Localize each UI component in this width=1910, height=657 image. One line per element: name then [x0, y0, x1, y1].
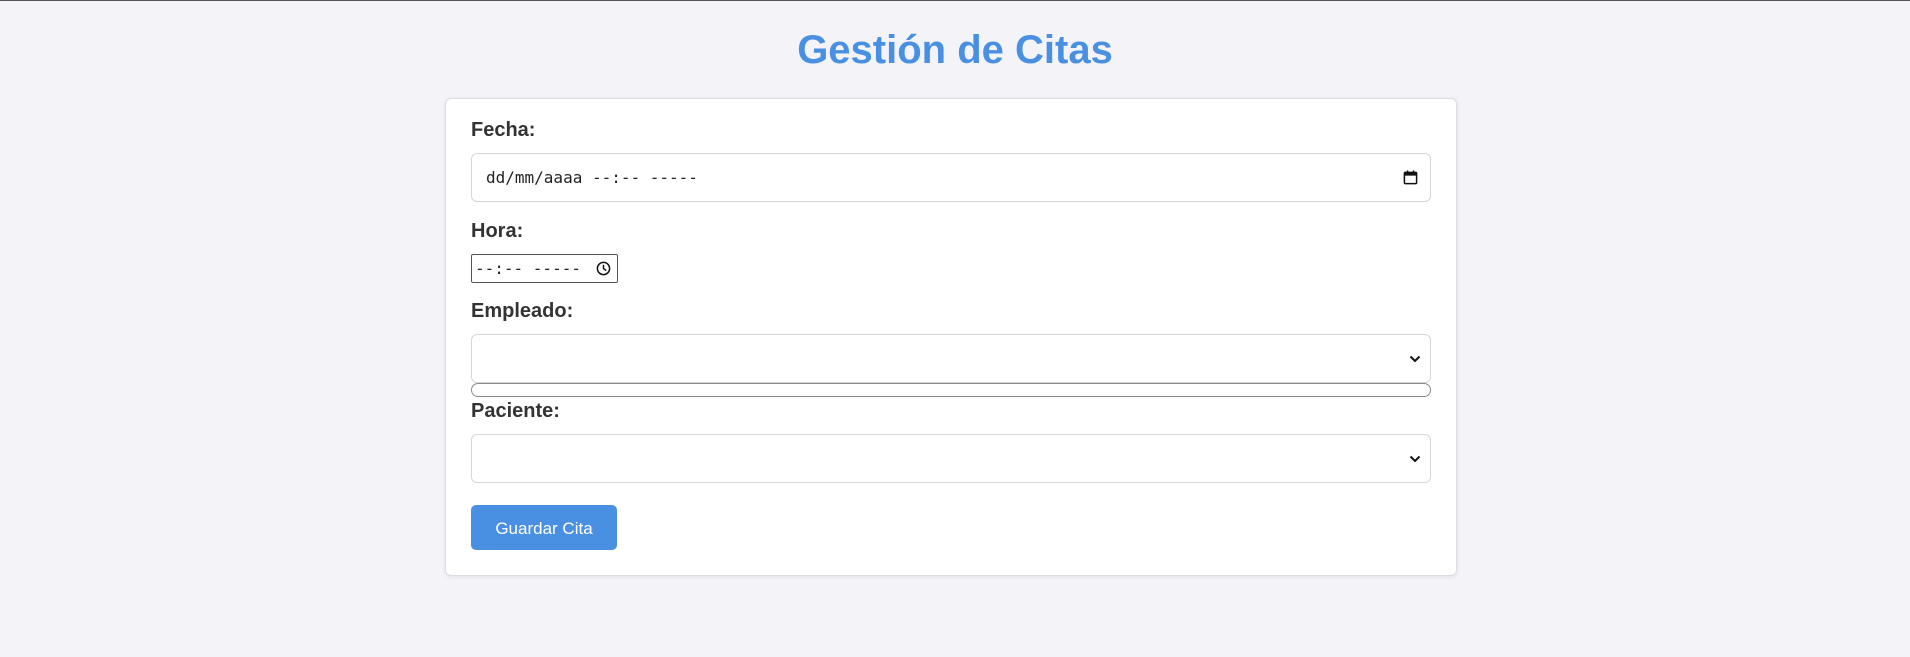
hora-time-input[interactable]: --:-- -----: [471, 254, 618, 283]
chevron-down-icon: [1409, 355, 1421, 363]
empleado-dropdown-list[interactable]: [471, 383, 1431, 397]
clock-icon[interactable]: [596, 261, 611, 276]
save-appointment-button[interactable]: Guardar Cita: [471, 505, 617, 550]
calendar-icon[interactable]: [1403, 170, 1418, 185]
paciente-label: Paciente:: [471, 400, 560, 422]
fecha-datetime-input[interactable]: dd/mm/aaaa --:-- -----: [471, 153, 1431, 202]
empleado-select[interactable]: [471, 334, 1431, 383]
paciente-select[interactable]: [471, 434, 1431, 483]
hora-label: Hora:: [471, 220, 524, 242]
page-title: Gestión de Citas: [797, 28, 1113, 72]
chevron-down-icon: [1409, 455, 1421, 463]
appointment-form: Fecha: dd/mm/aaaa --:-- ----- Hora: --:-…: [445, 98, 1457, 576]
empleado-label: Empleado:: [471, 300, 574, 322]
fecha-placeholder: dd/mm/aaaa --:-- -----: [486, 168, 698, 187]
hora-placeholder: --:-- -----: [475, 259, 581, 278]
fecha-label: Fecha:: [471, 119, 536, 141]
